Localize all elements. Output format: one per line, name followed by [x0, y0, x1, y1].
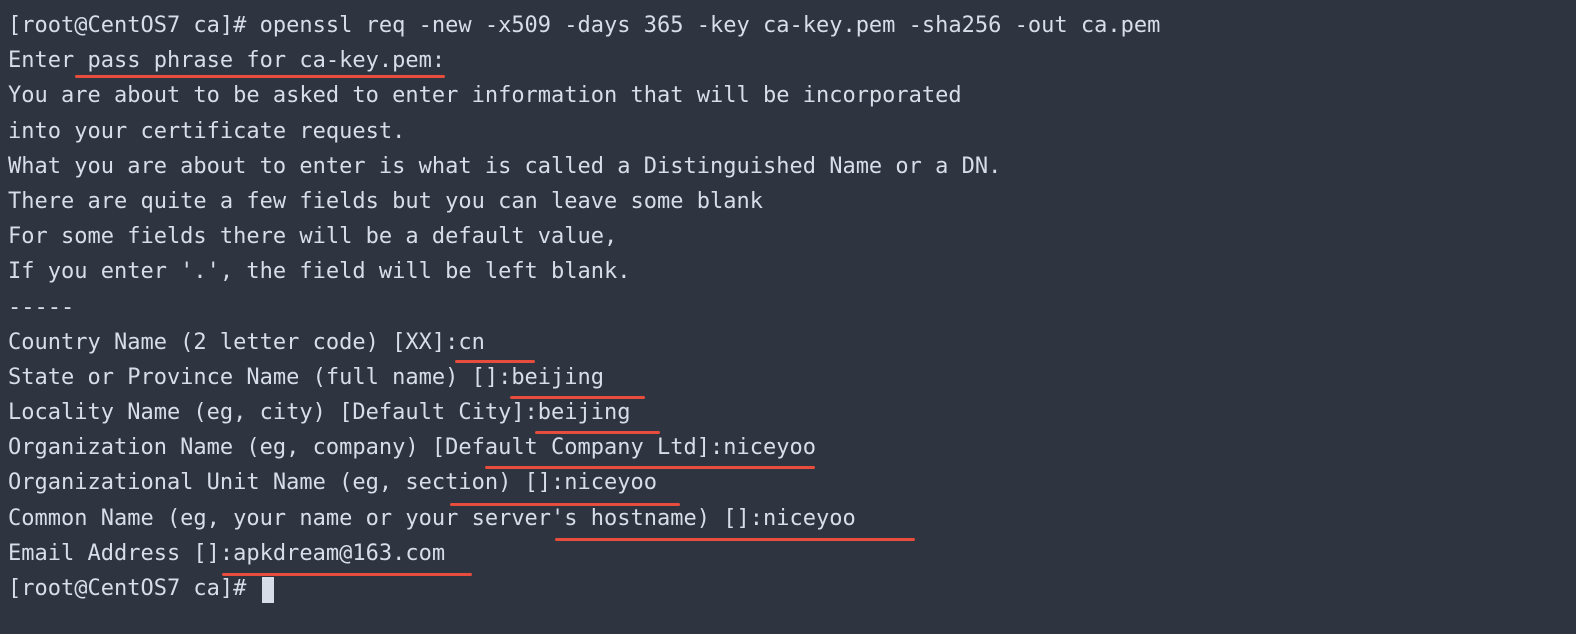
terminal-line-locality: Locality Name (eg, city) [Default City]:… — [8, 395, 1568, 430]
annotation-underline — [450, 503, 680, 506]
annotation-underline — [535, 431, 660, 434]
annotation-underline — [75, 75, 445, 78]
terminal-line-separator: ----- — [8, 290, 1568, 325]
annotation-underline — [555, 538, 915, 541]
terminal-line-state: State or Province Name (full name) []:be… — [8, 360, 1568, 395]
terminal-line-org: Organization Name (eg, company) [Default… — [8, 430, 1568, 465]
terminal-line-orgunit: Organizational Unit Name (eg, section) [… — [8, 465, 1568, 500]
terminal-line-command: [root@CentOS7 ca]# openssl req -new -x50… — [8, 8, 1568, 43]
terminal-line-info: What you are about to enter is what is c… — [8, 149, 1568, 184]
terminal-line-passphrase: Enter pass phrase for ca-key.pem: — [8, 43, 1568, 78]
terminal-line-cn: Common Name (eg, your name or your serve… — [8, 501, 1568, 536]
terminal-line-prompt[interactable]: [root@CentOS7 ca]# — [8, 571, 1568, 606]
terminal-line-info: For some fields there will be a default … — [8, 219, 1568, 254]
terminal-line-info: into your certificate request. — [8, 114, 1568, 149]
terminal-line-info: If you enter '.', the field will be left… — [8, 254, 1568, 289]
cursor-icon — [262, 577, 274, 603]
annotation-underline — [485, 466, 815, 469]
annotation-underline — [510, 396, 645, 399]
annotation-underline — [222, 573, 472, 576]
terminal-line-info: There are quite a few fields but you can… — [8, 184, 1568, 219]
terminal-line-info: You are about to be asked to enter infor… — [8, 78, 1568, 113]
terminal-line-email: Email Address []:apkdream@163.com — [8, 536, 1568, 571]
prompt-text: [root@CentOS7 ca]# — [8, 576, 260, 601]
annotation-underline — [455, 360, 535, 363]
terminal-line-country: Country Name (2 letter code) [XX]:cn — [8, 325, 1568, 360]
